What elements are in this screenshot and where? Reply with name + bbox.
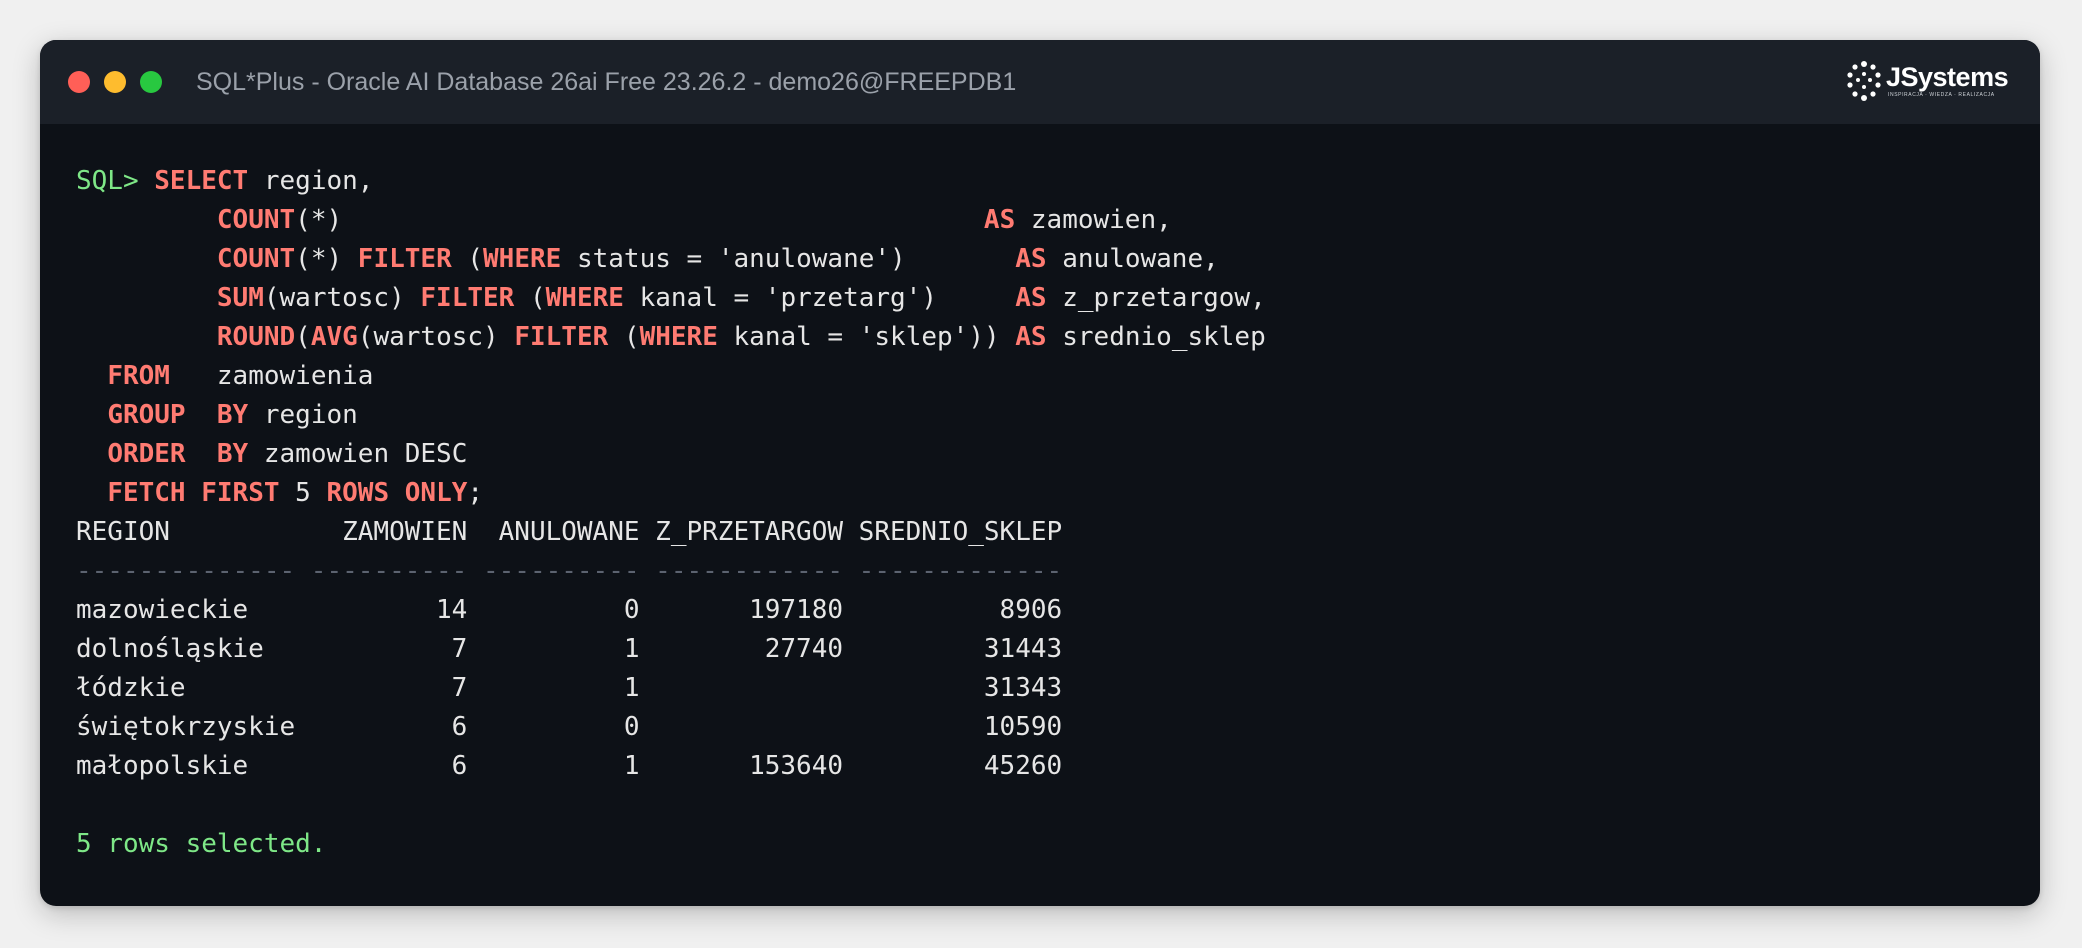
sql-keyword: AS [983,205,1016,235]
sql-keyword: WHERE [639,322,718,352]
sql-text: ; [467,478,484,508]
query-line: GROUP BY region [76,396,1996,435]
terminal-output[interactable]: SQL> SELECT region, COUNT(*) AS zamowien… [76,162,1996,864]
result-separator: -------------- ---------- ---------- ---… [76,556,1063,586]
sql-keyword: FILTER [514,322,609,352]
sql-keyword: AS [1015,283,1047,313]
sql-keyword: AS [1015,322,1047,352]
sql-keyword: FETCH [107,478,186,508]
minimize-window-button[interactable] [104,71,126,93]
sql-text: ( [514,283,546,313]
sql-keyword: SELECT [154,166,249,196]
sql-text: status = 'anulowane') [561,244,1016,274]
sql-keyword: FIRST [201,478,280,508]
sql-keyword: FILTER [420,283,515,313]
sql-text: region, [248,166,374,196]
sql-text: zamowien, [1015,205,1172,235]
query-line: FETCH FIRST 5 ROWS ONLY; [76,474,1996,513]
sql-keyword: AS [1015,244,1047,274]
sql-keyword: GROUP [107,400,186,430]
query-line: SUM(wartosc) FILTER (WHERE kanal = 'prze… [76,279,1996,318]
sql-text: kanal = 'przetarg') [623,283,1016,313]
sql-text: 5 [279,478,327,508]
sql-text: z_przetargow, [1046,283,1266,313]
result-row: świętokrzyskie 6 0 10590 [76,712,1063,742]
sql-keyword: SUM [216,283,264,313]
rows-selected-message: 5 rows selected. [76,829,327,859]
result-header: REGION ZAMOWIEN ANULOWANE Z_PRZETARGOW S… [76,517,1063,547]
sql-text: (*) [295,244,358,274]
sql-keyword: COUNT [216,244,296,274]
result-row: dolnośląskie 7 1 27740 31443 [76,634,1063,664]
logo-mark-icon [1847,61,1881,101]
title-bar[interactable]: SQL*Plus - Oracle AI Database 26ai Free … [40,40,2040,124]
logo-tagline: INSPIRACJA · WIEDZA · REALIZACJA [1888,92,1995,98]
query-line: ROUND(AVG(wartosc) FILTER (WHERE kanal =… [76,318,1996,357]
result-row: małopolskie 6 1 153640 45260 [76,751,1063,781]
sql-query: SQL> SELECT region, COUNT(*) AS zamowien… [76,162,1996,513]
sql-keyword: ONLY [404,478,468,508]
sql-text: zamowien DESC [248,439,468,469]
sql-text: ( [295,322,311,352]
query-line: COUNT(*) AS zamowien, [76,201,1996,240]
sql-prompt: SQL> [76,166,155,196]
query-line: ORDER BY zamowien DESC [76,435,1996,474]
sql-text: (wartosc) [357,322,515,352]
sql-keyword: FROM [107,361,170,391]
sql-keyword: ROUND [216,322,296,352]
sql-keyword: ROWS [326,478,390,508]
terminal-window: SQL*Plus - Oracle AI Database 26ai Free … [40,40,2040,906]
window-title: SQL*Plus - Oracle AI Database 26ai Free … [196,68,1017,96]
sql-keyword: COUNT [216,205,296,235]
sql-keyword: FILTER [357,244,452,274]
sql-text: kanal = 'sklep')) [717,322,1016,352]
sql-text: srednio_sklep [1046,322,1266,352]
sql-text: anulowane, [1046,244,1219,274]
sql-keyword: WHERE [545,283,624,313]
sql-text: (wartosc) [263,283,421,313]
query-line: FROM zamowienia [76,357,1996,396]
sql-keyword: BY [216,400,249,430]
sql-text: ( [451,244,484,274]
query-line: SQL> SELECT region, [76,162,1996,201]
result-row: łódzkie 7 1 31343 [76,673,1063,703]
query-line: COUNT(*) FILTER (WHERE status = 'anulowa… [76,240,1996,279]
sql-text: ( [608,322,640,352]
sql-keyword: AVG [310,322,358,352]
sql-text: region [248,400,358,430]
close-window-button[interactable] [68,71,90,93]
sql-keyword: BY [216,439,249,469]
sql-text: zamowienia [169,361,374,391]
result-row: mazowieckie 14 0 197180 8906 [76,595,1063,625]
sql-text: (*) [295,205,984,235]
sql-keyword: ORDER [107,439,186,469]
logo-wordmark: JSystems [1886,62,2009,92]
result-rows: mazowieckie 14 0 197180 8906 dolnośląskie… [76,591,1996,786]
maximize-window-button[interactable] [140,71,162,93]
sql-keyword: WHERE [483,244,562,274]
jsystems-logo: JSystems INSPIRACJA · WIEDZA · REALIZACJ… [1844,58,2009,106]
